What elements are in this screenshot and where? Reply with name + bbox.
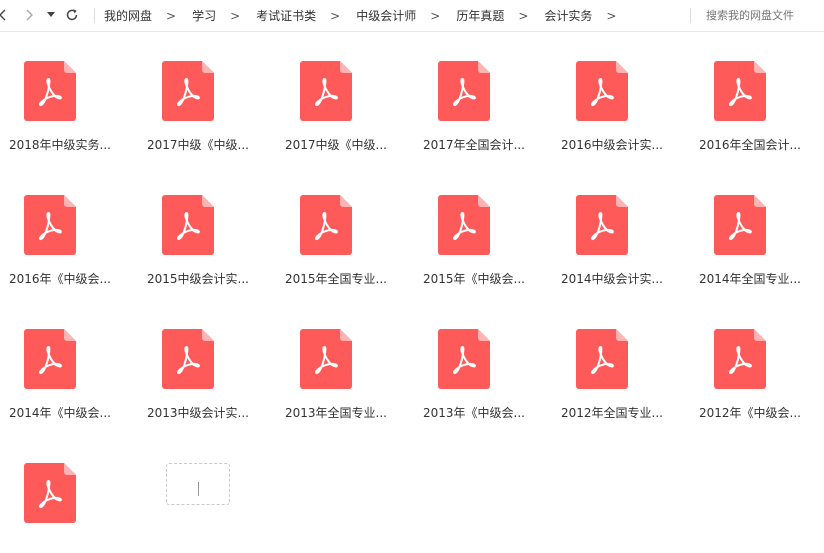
breadcrumb-separator: >	[430, 8, 441, 23]
toolbar: 我的网盘 > 学习 > 考试证书类 > 中级会计师 > 历年真题 > 会计实务 …	[0, 0, 824, 32]
file-item[interactable]: 2015中级会计实...	[138, 165, 258, 286]
drag-placeholder	[166, 463, 230, 505]
pdf-file-icon	[162, 329, 214, 389]
pdf-file-icon	[714, 195, 766, 255]
pdf-file-icon	[576, 329, 628, 389]
search-divider	[690, 8, 691, 23]
file-name[interactable]: 2013年《中级会...	[410, 404, 538, 421]
file-item[interactable]: 2016中级会计实...	[552, 31, 672, 152]
pdf-file-icon	[24, 463, 76, 523]
file-item[interactable]: 2013年全国专业...	[276, 299, 396, 420]
breadcrumb-item[interactable]: 学习	[192, 7, 216, 24]
breadcrumb: 我的网盘 > 学习 > 考试证书类 > 中级会计师 > 历年真题 > 会计实务 …	[104, 0, 632, 31]
pdf-file-icon	[24, 195, 76, 255]
pdf-file-icon	[24, 61, 76, 121]
pdf-file-icon	[438, 61, 490, 121]
file-name[interactable]: 2017年全国会计...	[410, 136, 538, 153]
pdf-file-icon	[438, 195, 490, 255]
pdf-file-icon	[24, 329, 76, 389]
back-button[interactable]	[0, 6, 12, 24]
file-item[interactable]: 2012年《中级会...	[690, 299, 810, 420]
file-name[interactable]: 2016年全国会计...	[686, 136, 814, 153]
file-item[interactable]: 2015年全国专业...	[276, 165, 396, 286]
pdf-file-icon	[576, 195, 628, 255]
breadcrumb-item[interactable]: 中级会计师	[356, 7, 416, 24]
refresh-icon	[66, 9, 78, 21]
file-name[interactable]: 2014年全国专业...	[686, 270, 814, 287]
toolbar-divider	[94, 8, 95, 23]
breadcrumb-separator[interactable]: >	[606, 9, 616, 23]
pdf-file-icon	[438, 329, 490, 389]
file-name[interactable]: 2014中级会计实...	[548, 270, 676, 287]
breadcrumb-separator: >	[518, 8, 529, 23]
file-item[interactable]: 2014中级会计实...	[552, 165, 672, 286]
file-item[interactable]: 2012年全国专业...	[552, 299, 672, 420]
pdf-file-icon	[714, 61, 766, 121]
file-item[interactable]: 2018年中级实务...	[0, 31, 120, 152]
file-name[interactable]: 2016中级会计实...	[548, 136, 676, 153]
breadcrumb-separator: >	[330, 8, 341, 23]
file-item[interactable]: 2014年全国专业...	[690, 165, 810, 286]
chevron-right-icon	[26, 9, 33, 21]
breadcrumb-item[interactable]: 考试证书类	[256, 7, 316, 24]
breadcrumb-item[interactable]: 我的网盘	[104, 7, 152, 24]
pdf-file-icon	[300, 195, 352, 255]
file-name[interactable]: 2012年全国专业...	[548, 404, 676, 421]
pdf-file-icon	[300, 329, 352, 389]
pdf-file-icon	[576, 61, 628, 121]
file-name[interactable]: 2012年《中级会...	[686, 404, 814, 421]
pdf-file-icon	[714, 329, 766, 389]
file-item[interactable]: 2015年《中级会...	[414, 165, 534, 286]
file-item[interactable]: 2016年全国会计...	[690, 31, 810, 152]
forward-button[interactable]	[20, 6, 38, 24]
file-item[interactable]	[0, 433, 120, 553]
file-name[interactable]: 2013中级会计实...	[134, 404, 262, 421]
file-name[interactable]: 2014年《中级会...	[0, 404, 124, 421]
file-item[interactable]: 2017中级《中级...	[138, 31, 258, 152]
breadcrumb-separator: >	[230, 8, 241, 23]
file-name[interactable]: 2013年全国专业...	[272, 404, 400, 421]
caret-down-icon	[47, 12, 55, 17]
refresh-button[interactable]	[63, 6, 81, 24]
file-name[interactable]: 2017中级《中级...	[272, 136, 400, 153]
file-item[interactable]: 2014年《中级会...	[0, 299, 120, 420]
search-input[interactable]	[706, 7, 822, 23]
file-item[interactable]: 2013中级会计实...	[138, 299, 258, 420]
file-item[interactable]: 2013年《中级会...	[414, 299, 534, 420]
file-item[interactable]: 2016年《中级会...	[0, 165, 120, 286]
pdf-file-icon	[162, 61, 214, 121]
file-name[interactable]: 2015中级会计实...	[134, 270, 262, 287]
file-item[interactable]: 2017年全国会计...	[414, 31, 534, 152]
file-name[interactable]: 2015年《中级会...	[410, 270, 538, 287]
pdf-file-icon	[162, 195, 214, 255]
chevron-left-icon	[0, 9, 6, 21]
file-name[interactable]: 2018年中级实务...	[0, 136, 124, 153]
file-name[interactable]: 2016年《中级会...	[0, 270, 124, 287]
file-item[interactable]: 2017中级《中级...	[276, 31, 396, 152]
breadcrumb-item[interactable]: 历年真题	[456, 7, 504, 24]
pdf-file-icon	[300, 61, 352, 121]
history-dropdown-button[interactable]	[42, 6, 60, 24]
breadcrumb-item-current[interactable]: 会计实务	[544, 7, 592, 24]
file-name[interactable]: 2017中级《中级...	[134, 136, 262, 153]
file-name[interactable]: 2015年全国专业...	[272, 270, 400, 287]
breadcrumb-separator: >	[166, 8, 177, 23]
